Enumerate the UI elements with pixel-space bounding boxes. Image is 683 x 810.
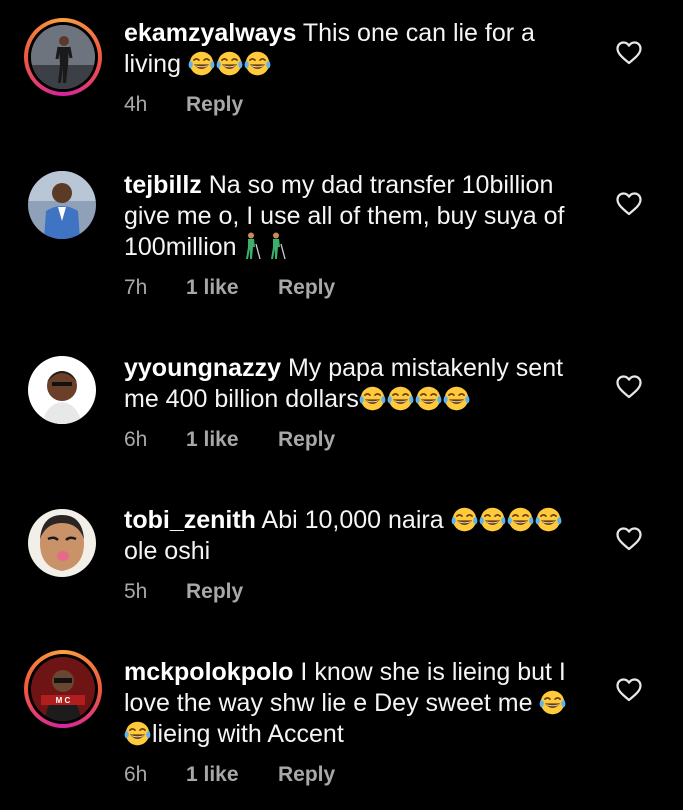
laughing-emoji: [216, 50, 243, 77]
comment-meta: 6h 1 like Reply: [124, 762, 335, 788]
laughing-emoji: [443, 385, 470, 412]
avatar-photo: [28, 509, 96, 577]
like-count[interactable]: 1 like: [186, 427, 278, 453]
avatar-photo: M C: [31, 657, 95, 721]
comment-text: ole oshi: [124, 537, 211, 565]
person-with-cane-emoji: [240, 232, 262, 260]
laughing-emoji: [188, 50, 215, 77]
comment-body: yyoungnazzy My papa mistakenly sent me 4…: [124, 353, 594, 415]
comment-text: lieing with Accent: [152, 720, 344, 748]
laughing-emoji: [124, 720, 151, 747]
laughing-emoji: [535, 506, 562, 533]
like-count[interactable]: 1 like: [186, 762, 278, 788]
comment-body: ekamzyalways This one can lie for a livi…: [124, 18, 594, 80]
comment-time: 6h: [124, 428, 148, 451]
avatar-photo: [28, 171, 96, 239]
avatar[interactable]: [24, 505, 102, 583]
avatar[interactable]: [24, 167, 102, 245]
comment-username[interactable]: tobi_zenith: [124, 506, 256, 534]
svg-text:M C: M C: [56, 696, 71, 705]
laughing-emoji: [387, 385, 414, 412]
reply-button[interactable]: Reply: [278, 428, 335, 451]
like-heart-icon[interactable]: [616, 192, 642, 216]
like-count[interactable]: 1 like: [186, 275, 278, 301]
comment-username[interactable]: yyoungnazzy: [124, 354, 281, 382]
like-heart-icon[interactable]: [616, 527, 642, 551]
reply-button[interactable]: Reply: [186, 93, 243, 116]
laughing-emoji: [507, 506, 534, 533]
comment-body: tobi_zenith Abi 10,000 naira ole oshi: [124, 505, 594, 567]
avatar[interactable]: [24, 352, 102, 430]
like-heart-icon[interactable]: [616, 375, 642, 399]
reply-button[interactable]: Reply: [278, 276, 335, 299]
comment-meta: 6h 1 like Reply: [124, 427, 335, 453]
person-with-cane-emoji: [265, 232, 287, 260]
laughing-emoji: [479, 506, 506, 533]
comment-time: 6h: [124, 763, 148, 786]
comment-username[interactable]: mckpolokpolo: [124, 658, 293, 686]
avatar[interactable]: [24, 18, 102, 96]
laughing-emoji: [451, 506, 478, 533]
comment-text: Abi 10,000 naira: [261, 506, 451, 534]
comment-body: tejbillz Na so my dad transfer 10billion…: [124, 170, 594, 263]
laughing-emoji: [415, 385, 442, 412]
comment-body: mckpolokpolo I know she is lieing but I …: [124, 657, 594, 750]
laughing-emoji: [244, 50, 271, 77]
comment-meta: 4h Reply: [124, 92, 243, 118]
comment-meta: 7h 1 like Reply: [124, 275, 335, 301]
comment-time: 7h: [124, 276, 148, 299]
comment-username[interactable]: ekamzyalways: [124, 19, 296, 47]
comment-time: 4h: [124, 93, 148, 116]
laughing-emoji: [539, 689, 566, 716]
avatar-photo: [28, 356, 96, 424]
like-heart-icon[interactable]: [616, 41, 642, 65]
laughing-emoji: [359, 385, 386, 412]
avatar-photo: [31, 25, 95, 89]
comment-meta: 5h Reply: [124, 579, 243, 605]
like-heart-icon[interactable]: [616, 678, 642, 702]
avatar[interactable]: M C: [24, 650, 102, 728]
reply-button[interactable]: Reply: [278, 763, 335, 786]
comment-username[interactable]: tejbillz: [124, 171, 202, 199]
reply-button[interactable]: Reply: [186, 580, 243, 603]
comment-time: 5h: [124, 580, 148, 603]
